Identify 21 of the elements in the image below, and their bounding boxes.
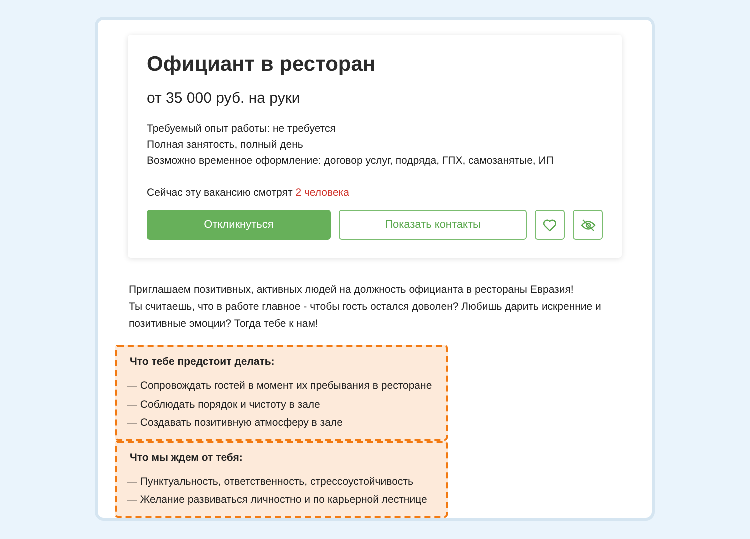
favorite-button[interactable] bbox=[535, 210, 565, 240]
section-heading: Что мы ждем от тебя: bbox=[130, 450, 244, 466]
list-item: — Создавать позитивную атмосферу в зале bbox=[127, 416, 344, 431]
list-item: — Сопровождать гостей в момент их пребывания в ресторане bbox=[127, 379, 434, 394]
crossed-eye-icon bbox=[580, 218, 596, 232]
heart-icon bbox=[543, 218, 557, 232]
job-detail: Возможно временное оформление: договор услуг, подряда, ГПХ, самозанятые, ИП bbox=[147, 154, 555, 169]
viewers-text: Сейчас эту вакансию смотрят 2 человека bbox=[147, 186, 350, 201]
list-item: — Соблюдать порядок и чистоту в зале bbox=[127, 398, 322, 412]
salary: от 35 000 руб. на руки bbox=[147, 89, 302, 109]
show-contacts-button[interactable]: Показать контакты bbox=[339, 210, 527, 240]
job-title: Официант в ресторан bbox=[147, 52, 377, 78]
list-item: — Желание развиваться личностно и по карьерной лестнице bbox=[127, 493, 428, 508]
list-item: — Пунктуальность, ответственность, стрессоустойчивость bbox=[127, 474, 414, 490]
job-detail: Требуемый опыт работы: не требуется bbox=[147, 122, 337, 137]
respond-button[interactable]: Откликнуться bbox=[147, 210, 331, 240]
section-heading: Что тебе предстоит делать: bbox=[130, 355, 276, 370]
job-detail: Полная занятость, полный день bbox=[147, 138, 304, 153]
hide-button[interactable] bbox=[573, 210, 603, 240]
description-text: Приглашаем позитивных, активных людей на должность официанта в рестораны Евразия! bbox=[129, 283, 575, 298]
description-text: Ты считаешь, что в работе главное - чтобы гость остался доволен? Любишь дарить искренние и позитивные эмоции? Тогда тебе к нам! bbox=[129, 300, 602, 332]
